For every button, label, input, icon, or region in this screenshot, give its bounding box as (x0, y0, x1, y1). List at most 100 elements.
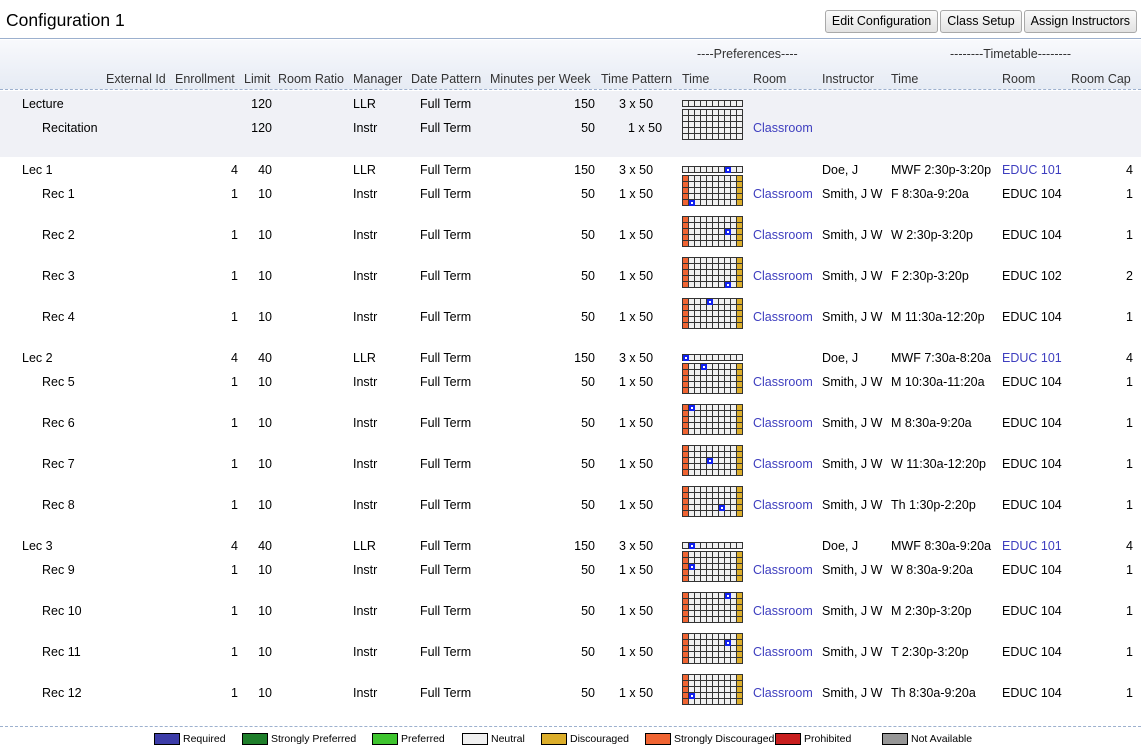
room-preference-link[interactable]: Classroom (753, 225, 813, 245)
room-preference-link[interactable]: Classroom (753, 184, 813, 204)
room-preference-link[interactable]: Classroom (753, 560, 813, 580)
time-preference-grid[interactable] (682, 100, 743, 107)
col-pref-time[interactable]: Time (682, 72, 709, 86)
edit-configuration-button[interactable]: Edit Configuration (824, 10, 939, 33)
subpart-row-recitation[interactable]: Recitation 120 Instr Full Term 50 1 x 50… (0, 109, 1141, 140)
subpart-row-lecture[interactable]: Lecture 120 LLR Full Term 150 3 x 50 (0, 94, 1141, 114)
time-grid-cell[interactable] (737, 543, 743, 549)
legend-swatch (541, 733, 567, 745)
time-preference-grid[interactable] (682, 257, 743, 288)
class-row[interactable]: Rec 5 1 10 Instr Full Term 50 1 x 50 Smith, J W… (0, 363, 1141, 394)
col-time-pattern[interactable]: Time Pattern (601, 72, 672, 86)
class-row[interactable]: Rec 6 1 10 Instr Full Term 50 1 x 50 Smith, J W… (0, 404, 1141, 435)
col-manager[interactable]: Manager (353, 72, 402, 86)
time-preference-grid[interactable] (682, 298, 743, 329)
col-room-cap[interactable]: Room Cap (1071, 72, 1131, 86)
class-row[interactable]: Rec 12 1 10 Instr Full Term 50 1 x 50 Smith, J … (0, 674, 1141, 705)
time-grid-cell[interactable] (737, 101, 743, 107)
class-row[interactable]: Rec 9 1 10 Instr Full Term 50 1 x 50 Smith, J W… (0, 551, 1141, 582)
time-grid-cell[interactable] (737, 470, 743, 476)
room-preference-link[interactable]: Classroom (753, 307, 813, 327)
class-date-pattern: Full Term (420, 539, 472, 553)
room-preference-link[interactable]: Classroom (753, 266, 813, 286)
legend-item: Neutral (462, 733, 525, 745)
time-grid-cell[interactable] (737, 429, 743, 435)
class-row[interactable]: Rec 2 1 10 Instr Full Term 50 1 x 50 Smith, J W… (0, 216, 1141, 247)
class-row[interactable]: Rec 1 1 10 Instr Full Term 50 1 x 50 Smith, J W… (0, 175, 1141, 206)
class-row[interactable]: Rec 3 1 10 Instr Full Term 50 1 x 50 Smith, J W… (0, 257, 1141, 288)
class-assigned-room[interactable]: EDUC 101 (1002, 160, 1062, 180)
col-room-ratio[interactable]: Room Ratio (278, 72, 344, 86)
time-grid-cell[interactable] (737, 617, 743, 623)
time-grid-cell[interactable] (737, 699, 743, 705)
time-preference-grid[interactable] (682, 175, 743, 206)
time-preference-grid[interactable] (682, 404, 743, 435)
time-preference-grid[interactable] (682, 542, 743, 549)
time-grid-cell[interactable] (737, 355, 743, 361)
subpart-config-block: Lecture 120 LLR Full Term 150 3 x 50 Rec… (0, 91, 1141, 157)
class-instructor: Smith, J W (822, 269, 883, 283)
class-name: Rec 2 (42, 228, 75, 242)
class-date-pattern: Full Term (420, 163, 472, 177)
time-preference-grid[interactable] (682, 486, 743, 517)
class-assigned-room[interactable]: EDUC 101 (1002, 536, 1062, 556)
time-grid-cell[interactable] (737, 200, 743, 206)
class-setup-button[interactable]: Class Setup (940, 10, 1022, 33)
class-time-pattern: 3 x 50 (619, 351, 654, 365)
col-enrollment[interactable]: Enrollment (175, 72, 235, 86)
col-external-id[interactable]: External Id (106, 72, 166, 86)
legend-swatch (775, 733, 801, 745)
time-preference-grid[interactable] (682, 363, 743, 394)
time-preference-grid[interactable] (682, 354, 743, 361)
class-instructor: Smith, J W (822, 686, 883, 700)
time-grid-cell[interactable] (737, 323, 743, 329)
room-preference-link[interactable]: Classroom (753, 601, 813, 621)
time-preference-grid[interactable] (682, 109, 743, 140)
class-row[interactable]: Rec 4 1 10 Instr Full Term 50 1 x 50 Smith, J W… (0, 298, 1141, 329)
class-row[interactable]: Rec 11 1 10 Instr Full Term 50 1 x 50 Smith, J … (0, 633, 1141, 664)
time-grid-cell[interactable] (737, 167, 743, 173)
time-preference-grid[interactable] (682, 592, 743, 623)
time-preference-grid[interactable] (682, 216, 743, 247)
col-date-pattern[interactable]: Date Pattern (411, 72, 481, 86)
room-preference-link[interactable]: Classroom (753, 372, 813, 392)
class-assigned-time: Th 8:30a-9:20a (891, 686, 976, 700)
room-preference-link[interactable]: Classroom (753, 495, 813, 515)
col-timetable-time[interactable]: Time (891, 72, 918, 86)
col-timetable-room[interactable]: Room (1002, 72, 1035, 86)
class-row[interactable]: Rec 8 1 10 Instr Full Term 50 1 x 50 Smith, J W… (0, 486, 1141, 517)
room-preference-link[interactable]: Classroom (753, 454, 813, 474)
time-grid-cell[interactable] (737, 134, 743, 140)
class-row[interactable]: Rec 7 1 10 Instr Full Term 50 1 x 50 Smith, J W… (0, 445, 1141, 476)
room-preference-link[interactable]: Classroom (753, 683, 813, 703)
col-limit[interactable]: Limit (244, 72, 270, 86)
time-grid-cell[interactable] (737, 241, 743, 247)
room-preference-link[interactable]: Classroom (753, 642, 813, 662)
time-preference-grid[interactable] (682, 674, 743, 705)
time-preference-grid[interactable] (682, 166, 743, 173)
room-preference-link[interactable]: Classroom (753, 413, 813, 433)
class-row[interactable]: Lec 2 4 40 LLR Full Term 150 3 x 50 Doe, J MWF 7… (0, 348, 1141, 368)
time-preference-grid[interactable] (682, 445, 743, 476)
room-preference-link[interactable]: Classroom (753, 118, 813, 138)
class-row[interactable]: Lec 1 4 40 LLR Full Term 150 3 x 50 Doe, J MWF 2… (0, 160, 1141, 180)
time-grid-cell[interactable] (737, 511, 743, 517)
time-grid-cell[interactable] (737, 576, 743, 582)
col-minutes-per-week[interactable]: Minutes per Week (490, 72, 591, 86)
class-limit: 10 (258, 187, 272, 201)
class-assigned-room[interactable]: EDUC 101 (1002, 348, 1062, 368)
time-grid-cell[interactable] (737, 658, 743, 664)
time-preference-grid[interactable] (682, 551, 743, 582)
time-grid-cell[interactable] (737, 282, 743, 288)
time-grid-cell[interactable] (737, 388, 743, 394)
col-instructor[interactable]: Instructor (822, 72, 874, 86)
time-preference-grid[interactable] (682, 633, 743, 664)
class-assigned-time: M 2:30p-3:20p (891, 604, 972, 618)
class-instructor: Smith, J W (822, 416, 883, 430)
preferences-group-header: ----Preferences---- (697, 47, 798, 61)
class-row[interactable]: Rec 10 1 10 Instr Full Term 50 1 x 50 Smith, J … (0, 592, 1141, 623)
class-row[interactable]: Lec 3 4 40 LLR Full Term 150 3 x 50 Doe, J MWF 8… (0, 536, 1141, 556)
col-pref-room[interactable]: Room (753, 72, 786, 86)
class-assigned-room: EDUC 102 (1002, 269, 1062, 283)
assign-instructors-button[interactable]: Assign Instructors (1023, 10, 1137, 33)
